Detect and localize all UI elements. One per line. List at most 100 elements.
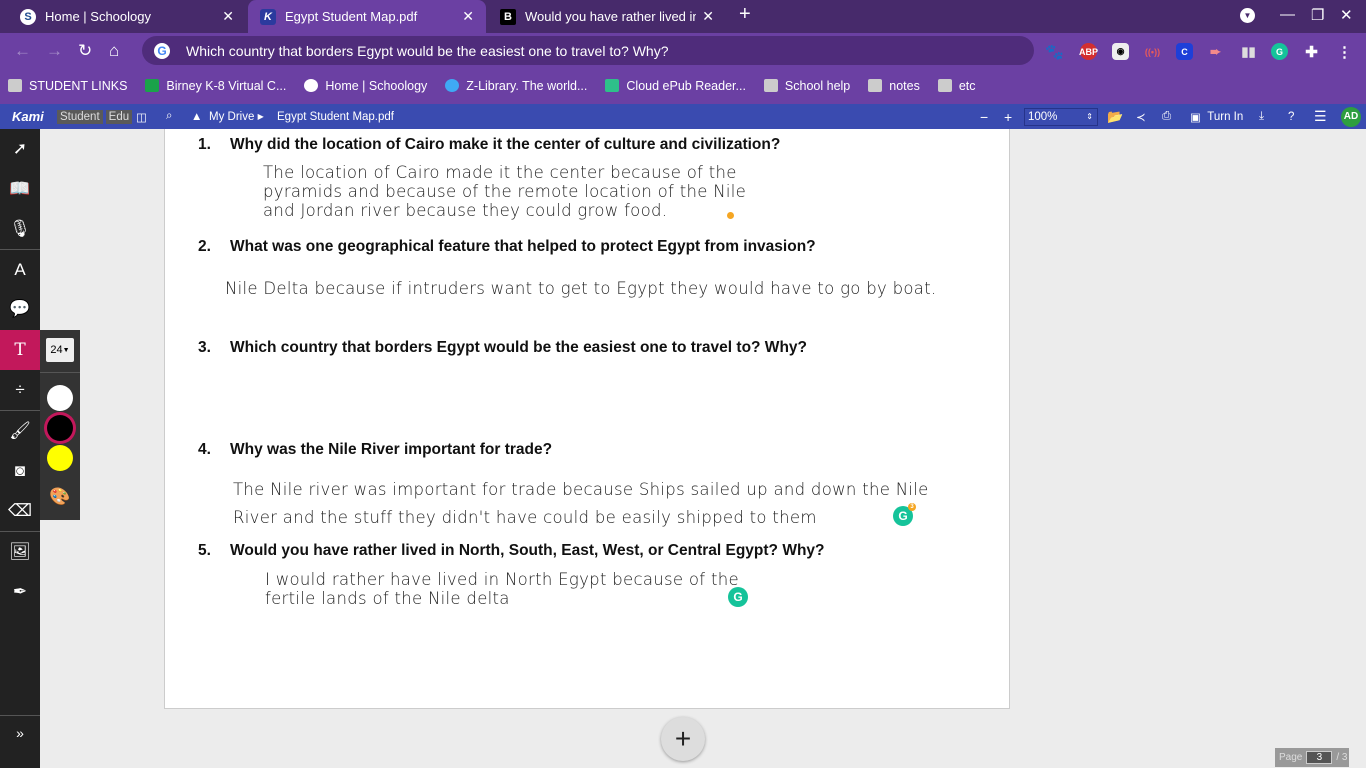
close-tab-icon[interactable]: ✕ [222,8,234,25]
tab-label: Egypt Student Map.pdf [285,9,418,24]
print-icon[interactable]: ⎙ [1162,104,1171,129]
kami-tool-sidebar: ➚ 📖 🎙 A 💬 T ÷ 🖌 ◙ ⌫ 🖼 ✒ » [0,129,40,768]
page-total: / 3 [1336,752,1348,763]
home-icon[interactable]: ⌂ [109,41,119,61]
equation-tool-icon[interactable]: ÷ [0,370,40,410]
text-tool-icon[interactable]: T [0,330,40,370]
new-tab-icon[interactable]: + [739,3,751,26]
save-icon: ▣ [1190,111,1201,124]
dictionary-tool-icon[interactable]: 📖 [0,169,40,209]
font-size-value: 24 [50,344,63,356]
expand-sidebar-icon[interactable]: » [0,713,40,753]
kami-logo: Kami [12,109,44,124]
address-text: Which country that borders Egypt would b… [186,42,669,59]
address-bar[interactable]: G Which country that borders Egypt would … [142,36,1034,65]
brainly-icon: B [500,8,516,25]
tab-schoology[interactable]: S Home | Schoology ✕ [8,0,246,33]
zoom-select[interactable]: 100% ⇕ [1024,107,1098,126]
chevron-down-icon: ▼ [62,346,70,354]
color-black-swatch[interactable] [47,415,73,441]
extension-columns-icon[interactable]: ▮▮ [1240,43,1257,60]
extension-bear-icon[interactable]: ◉ [1112,43,1129,60]
bookmark-label: Z-Library. The world... [466,78,588,93]
breadcrumb-label: My Drive [209,110,255,123]
extension-c-icon[interactable]: C [1176,43,1193,60]
bookmark-schoology[interactable]: Home | Schoology [304,79,427,93]
bookmark-notes[interactable]: notes [868,79,920,93]
close-tab-icon[interactable]: ✕ [462,8,474,25]
extensions-puzzle-icon[interactable]: ✚ [1303,43,1320,61]
turn-in-button[interactable]: ▣ Turn In [1190,104,1243,129]
close-tab-icon[interactable]: ✕ [702,8,714,25]
image-tool-icon[interactable]: 🖼 [0,532,40,572]
color-white-swatch[interactable] [47,385,73,411]
page-number-input[interactable]: 3 [1306,751,1333,764]
bookmark-zlibrary[interactable]: Z-Library. The world... [445,79,587,93]
answer-1[interactable]: The location of Cairo made it the center… [263,163,746,220]
browser-toolbar: ← → ↻ ⌂ G Which country that borders Egyp… [0,33,1366,69]
tab-search-icon[interactable]: ▼ [1240,8,1255,23]
open-folder-icon[interactable]: 📂 [1107,104,1123,129]
folder-icon [8,79,22,92]
palette-icon[interactable]: 🎨 [40,477,80,517]
back-icon[interactable]: ← [14,41,31,61]
answer-5[interactable]: I would rather have lived in North Egypt… [265,570,739,608]
question-4: 4. Why was the Nile River important for t… [198,441,553,458]
google-icon: G [154,42,170,59]
bookmark-cloud-epub[interactable]: Cloud ePub Reader... [605,79,746,93]
text-tool-options: 24 ▼ 🎨 [40,330,80,520]
comment-tool-icon[interactable]: 💬 [0,289,40,329]
answer-4[interactable]: The Nile river was important for trade b… [233,476,929,532]
help-icon[interactable]: ? [1288,104,1294,129]
bookmark-school-help[interactable]: School help [763,79,850,93]
question-2: 2. What was one geographical feature that… [198,238,816,255]
tab-kami[interactable]: K Egypt Student Map.pdf ✕ [248,0,486,33]
color-yellow-swatch[interactable] [47,445,73,471]
extension-dog-icon[interactable]: 🐾 [1045,43,1064,61]
shapes-tool-icon[interactable]: ◙ [0,451,40,491]
sidebar-toggle-icon[interactable]: ◫ [136,104,147,129]
select-tool-icon[interactable]: ➚ [0,129,40,169]
read-aloud-tool-icon[interactable]: 🎙 [0,209,40,249]
forward-icon[interactable]: → [46,41,63,61]
bookmark-label: Home | Schoology [325,78,428,93]
bookmark-birney[interactable]: Birney K-8 Virtual C... [145,79,286,93]
signature-tool-icon[interactable]: ✒ [0,572,40,612]
page-label: Page [1279,752,1303,763]
birney-icon [145,79,160,92]
extension-wave-icon[interactable]: ((•)) [1144,43,1161,60]
font-size-select[interactable]: 24 ▼ [46,338,74,362]
grammarly-badge[interactable]: G [728,587,748,607]
menu-icon[interactable]: ☰ [1314,104,1327,129]
eraser-tool-icon[interactable]: ⌫ [0,491,40,531]
add-page-button[interactable]: + [661,717,705,761]
grammarly-badge[interactable]: G3 [893,503,916,526]
zoom-in-icon[interactable]: + [1004,104,1012,129]
tab-brainly[interactable]: B Would you have rather lived in N ✕ [488,0,726,33]
breadcrumb-my-drive[interactable]: My Drive ▶ [209,104,264,129]
grammarly-count: 3 [908,503,916,511]
restore-icon[interactable]: ❐ [1311,6,1324,24]
bookmark-label: Cloud ePub Reader... [626,78,746,93]
bookmark-etc[interactable]: etc [937,79,976,93]
grammarly-icon[interactable]: G [1271,43,1288,60]
close-window-icon[interactable]: ✕ [1340,6,1353,24]
folder-icon [868,79,883,92]
download-icon[interactable]: ⤓ [1259,104,1264,129]
minimize-icon[interactable]: — [1280,6,1295,23]
answer-2[interactable]: Nile Delta because if intruders want to … [225,279,937,298]
folder-icon [937,79,952,92]
adblock-icon[interactable]: ABP [1079,43,1098,60]
extension-cast-icon[interactable]: ➨ [1207,43,1224,60]
markup-tool-icon[interactable]: A [0,250,40,290]
question-3: 3. Which country that borders Egypt would… [198,339,807,356]
search-icon[interactable]: ⌕ [166,104,172,129]
chevron-right-icon: ▶ [257,112,264,121]
drawing-tool-icon[interactable]: 🖌 [0,411,40,451]
bookmark-student-links[interactable]: STUDENT LINKS [8,79,127,93]
browser-menu-icon[interactable]: ⋮ [1336,43,1353,61]
zoom-out-icon[interactable]: − [980,104,988,129]
share-icon[interactable]: ≺ [1136,104,1146,129]
avatar[interactable]: AD [1341,106,1361,127]
reload-icon[interactable]: ↻ [78,41,92,61]
